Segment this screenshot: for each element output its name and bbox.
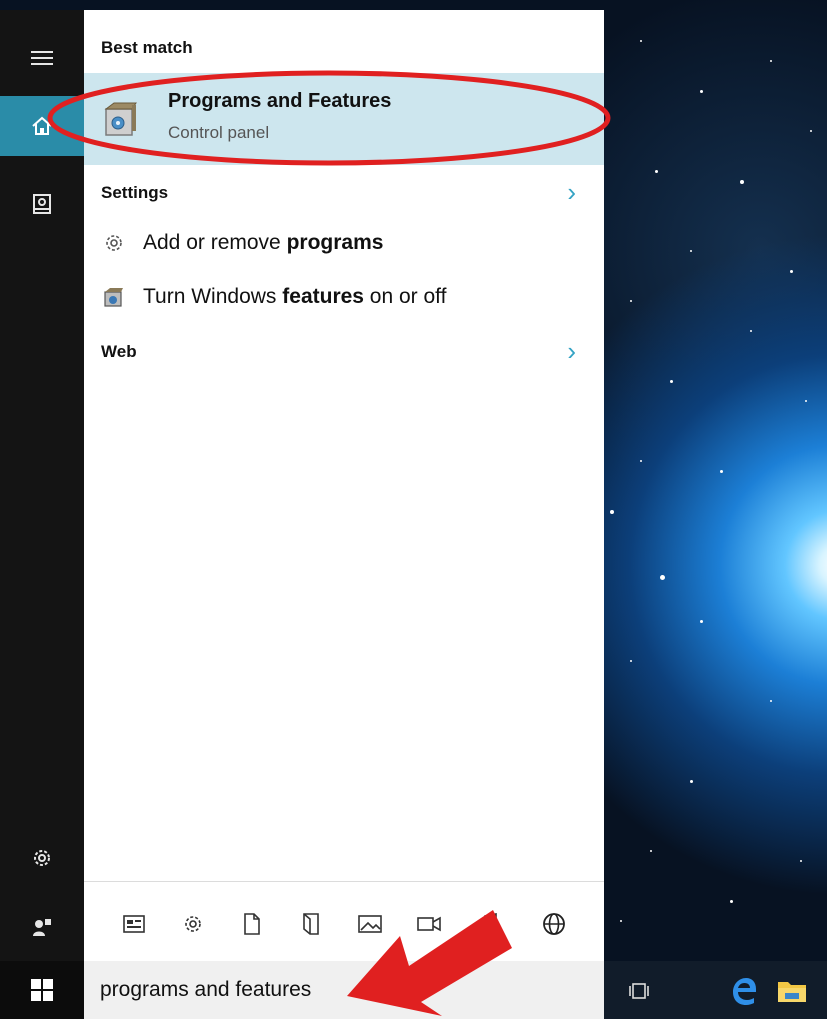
best-match-header: Best match	[101, 38, 193, 57]
notebook-icon	[33, 194, 51, 214]
settings-gear-icon	[106, 235, 122, 251]
filter-settings-button[interactable]	[175, 906, 211, 942]
windows-features-icon	[104, 288, 123, 307]
feedback-icon	[33, 919, 51, 936]
star	[740, 180, 744, 184]
task-view-button[interactable]	[621, 973, 657, 1009]
settings-button[interactable]	[0, 828, 84, 888]
hamburger-menu-button[interactable]	[0, 28, 84, 88]
web-icon	[543, 913, 565, 935]
settings-result-windows-features[interactable]: Turn Windows features on or off	[84, 276, 604, 320]
filter-documents-button[interactable]	[234, 906, 270, 942]
hamburger-menu-icon	[31, 51, 53, 65]
start-sidebar	[0, 10, 84, 961]
star	[770, 60, 772, 62]
star	[630, 660, 632, 662]
start-button[interactable]	[0, 961, 84, 1019]
filter-photos-button[interactable]	[352, 906, 388, 942]
notebook-button[interactable]	[0, 174, 84, 234]
videos-icon	[417, 916, 441, 932]
best-match-result[interactable]: Programs and Features Control panel	[84, 73, 604, 165]
filter-apps-button[interactable]	[116, 906, 152, 942]
star	[770, 700, 772, 702]
star	[660, 575, 665, 580]
filter-web-button[interactable]	[536, 906, 572, 942]
home-button[interactable]	[0, 96, 84, 156]
settings-result-add-remove-programs[interactable]: Add or remove programs	[84, 222, 604, 266]
result-text: Add or remove programs	[143, 231, 384, 254]
star	[750, 330, 752, 332]
programs-and-features-icon	[104, 102, 137, 136]
apps-icon	[123, 915, 145, 933]
photos-icon	[358, 915, 382, 933]
star	[805, 400, 807, 402]
star	[810, 130, 812, 132]
start-icon	[31, 979, 53, 1001]
folders-icon	[303, 913, 319, 935]
documents-icon	[244, 913, 260, 935]
taskbar-search-box[interactable]	[84, 961, 604, 1019]
search-input[interactable]	[100, 975, 580, 1005]
star	[690, 250, 692, 252]
star	[690, 780, 693, 783]
music-icon	[480, 913, 497, 934]
star	[800, 860, 802, 862]
result-text: Turn Windows features on or off	[143, 285, 447, 308]
star	[630, 300, 632, 302]
filter-videos-button[interactable]	[411, 906, 447, 942]
star	[790, 270, 793, 273]
star	[700, 90, 703, 93]
filter-folders-button[interactable]	[293, 906, 329, 942]
taskbar	[0, 961, 827, 1019]
web-header[interactable]: Web	[101, 342, 137, 362]
star	[640, 460, 642, 462]
settings-chevron-icon[interactable]: ›	[567, 179, 576, 205]
star	[640, 40, 642, 42]
best-match-subtitle: Control panel	[168, 123, 270, 142]
star	[700, 620, 703, 623]
search-results-panel: Best match Programs and Features Control…	[84, 10, 604, 962]
star	[620, 920, 622, 922]
home-icon	[32, 116, 52, 135]
file-explorer-icon	[778, 982, 806, 1002]
star	[720, 470, 723, 473]
search-filter-bar	[84, 881, 604, 962]
filter-music-button[interactable]	[470, 906, 506, 942]
settings-icon	[185, 916, 201, 932]
edge-browser-icon	[733, 978, 756, 1005]
task-view-icon	[629, 983, 649, 999]
star	[655, 170, 658, 173]
best-match-title: Programs and Features	[168, 90, 392, 112]
web-chevron-icon[interactable]: ›	[567, 338, 576, 364]
star	[610, 510, 614, 514]
settings-gear-icon	[34, 850, 50, 866]
star	[730, 900, 733, 903]
file-explorer-button[interactable]	[774, 973, 810, 1009]
edge-browser-button[interactable]	[726, 973, 762, 1009]
star	[650, 850, 652, 852]
feedback-button[interactable]	[0, 897, 84, 957]
settings-header[interactable]: Settings	[101, 183, 168, 203]
star	[670, 380, 673, 383]
